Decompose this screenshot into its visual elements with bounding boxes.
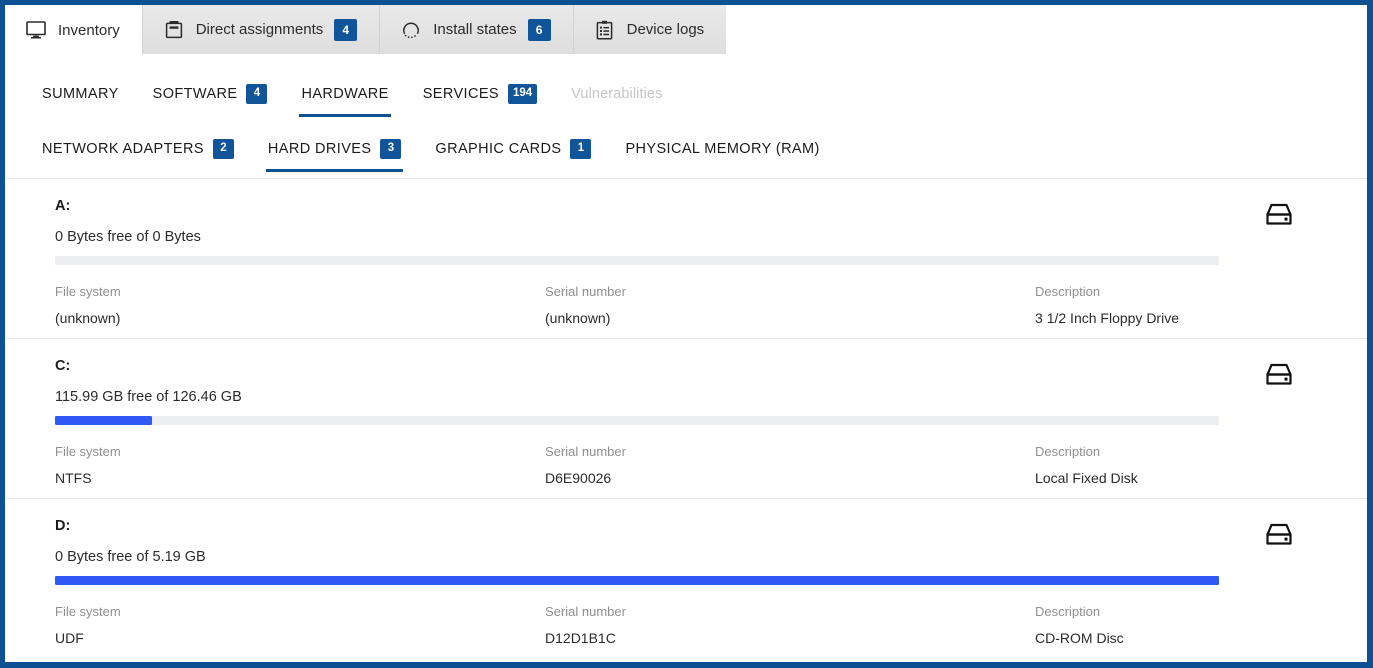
tab-install-states-label: Install states	[433, 22, 516, 37]
drive-meta: File system (unknown) Serial number (unk…	[55, 285, 1332, 325]
tab-device-logs-label: Device logs	[627, 22, 705, 37]
drive-file-system-value: (unknown)	[55, 311, 545, 325]
drive-file-system: File system NTFS	[55, 445, 545, 485]
monitor-icon	[25, 19, 47, 41]
tab-device-logs[interactable]: Device logs	[573, 5, 727, 55]
tab-install-states[interactable]: Install states 6	[379, 5, 572, 55]
section-tabs-row-hardware: NETWORK ADAPTERS 2 HARD DRIVES 3 GRAPHIC…	[40, 123, 1367, 178]
drive-serial-number-value: (unknown)	[545, 311, 1035, 325]
drive-serial-number: Serial number (unknown)	[545, 285, 1035, 325]
drive-letter: D:	[55, 519, 1332, 534]
drive-card: A: 0 Bytes free of 0 Bytes File system (…	[5, 179, 1367, 339]
drive-file-system: File system (unknown)	[55, 285, 545, 325]
drive-meta: File system UDF Serial number D12D1B1C D…	[55, 605, 1332, 645]
section-tab-network-adapters-badge: 2	[213, 139, 234, 159]
tab-strip-filler	[726, 5, 1367, 55]
drive-serial-number: Serial number D12D1B1C	[545, 605, 1035, 645]
tab-direct-assignments-label: Direct assignments	[196, 22, 324, 37]
drive-meta: File system NTFS Serial number D6E90026 …	[55, 445, 1332, 485]
section-tab-physical-memory-label: PHYSICAL MEMORY (RAM)	[625, 141, 819, 157]
section-tab-network-adapters-label: NETWORK ADAPTERS	[42, 141, 204, 157]
drive-usage-bar	[55, 416, 1219, 425]
tab-inventory-label: Inventory	[58, 23, 120, 38]
drive-file-system-label: File system	[55, 445, 545, 458]
clipboard-list-icon	[594, 19, 616, 41]
tab-direct-assignments-badge: 4	[334, 19, 357, 41]
drive-file-system-value: UDF	[55, 631, 545, 645]
section-tab-software[interactable]: SOFTWARE 4	[151, 75, 270, 117]
section-tab-software-label: SOFTWARE	[153, 86, 238, 102]
section-tab-physical-memory[interactable]: PHYSICAL MEMORY (RAM)	[623, 130, 821, 172]
drive-serial-number-label: Serial number	[545, 605, 1035, 618]
drive-card: D: 0 Bytes free of 5.19 GB File system U…	[5, 499, 1367, 659]
section-tab-summary-label: SUMMARY	[42, 86, 119, 102]
drive-description-value: Local Fixed Disk	[1035, 471, 1332, 485]
drive-usage-bar-fill	[55, 576, 1219, 585]
hard-drive-icon	[1259, 521, 1299, 553]
section-tab-network-adapters[interactable]: NETWORK ADAPTERS 2	[40, 130, 236, 172]
drive-serial-number-label: Serial number	[545, 445, 1035, 458]
archive-box-icon	[163, 19, 185, 41]
drive-description: Description Local Fixed Disk	[1035, 445, 1332, 485]
section-tabs-row-primary: SUMMARY SOFTWARE 4 HARDWARE SERVICES 194…	[40, 55, 1367, 123]
drive-file-system-label: File system	[55, 605, 545, 618]
section-tab-services[interactable]: SERVICES 194	[421, 75, 539, 117]
drive-description-label: Description	[1035, 285, 1332, 298]
drive-file-system: File system UDF	[55, 605, 545, 645]
drive-description-value: CD-ROM Disc	[1035, 631, 1332, 645]
drive-description-value: 3 1/2 Inch Floppy Drive	[1035, 311, 1332, 325]
drive-letter: A:	[55, 199, 1332, 214]
drive-usage-bar	[55, 256, 1219, 265]
drive-description-label: Description	[1035, 445, 1332, 458]
drive-letter: C:	[55, 359, 1332, 374]
drive-capacity: 0 Bytes free of 5.19 GB	[55, 550, 1332, 565]
section-tab-hardware[interactable]: HARDWARE	[299, 75, 390, 117]
section-tab-hard-drives-label: HARD DRIVES	[268, 141, 372, 157]
section-tab-summary[interactable]: SUMMARY	[40, 75, 121, 117]
section-tab-software-badge: 4	[246, 84, 267, 104]
hard-drive-icon	[1259, 201, 1299, 233]
section-tab-hardware-label: HARDWARE	[301, 86, 388, 102]
hard-drives-list: A: 0 Bytes free of 0 Bytes File system (…	[5, 178, 1367, 659]
section-tab-graphic-cards-label: GRAPHIC CARDS	[435, 141, 561, 157]
section-tab-services-label: SERVICES	[423, 86, 499, 102]
drive-usage-bar	[55, 576, 1219, 585]
drive-description-label: Description	[1035, 605, 1332, 618]
drive-capacity: 115.99 GB free of 126.46 GB	[55, 390, 1332, 405]
drive-serial-number: Serial number D6E90026	[545, 445, 1035, 485]
section-tab-graphic-cards[interactable]: GRAPHIC CARDS 1	[433, 130, 593, 172]
drive-description: Description 3 1/2 Inch Floppy Drive	[1035, 285, 1332, 325]
drive-file-system-value: NTFS	[55, 471, 545, 485]
section-tab-vulnerabilities-label: Vulnerabilities	[571, 86, 662, 102]
section-tab-services-badge: 194	[508, 84, 537, 104]
drive-card: C: 115.99 GB free of 126.46 GB File syst…	[5, 339, 1367, 499]
hard-drive-icon	[1259, 361, 1299, 393]
section-tab-graphic-cards-badge: 1	[570, 139, 591, 159]
drive-file-system-label: File system	[55, 285, 545, 298]
section-tab-vulnerabilities: Vulnerabilities	[569, 75, 664, 117]
drive-usage-bar-fill	[55, 416, 152, 425]
section-tab-hard-drives-badge: 3	[380, 139, 401, 159]
section-tabs: SUMMARY SOFTWARE 4 HARDWARE SERVICES 194…	[5, 55, 1367, 178]
drive-serial-number-value: D6E90026	[545, 471, 1035, 485]
tab-install-states-badge: 6	[528, 19, 551, 41]
section-tab-hard-drives[interactable]: HARD DRIVES 3	[266, 130, 404, 172]
drive-serial-number-label: Serial number	[545, 285, 1035, 298]
spinner-icon	[400, 19, 422, 41]
drive-capacity: 0 Bytes free of 0 Bytes	[55, 230, 1332, 245]
tab-inventory[interactable]: Inventory	[5, 5, 142, 55]
drive-serial-number-value: D12D1B1C	[545, 631, 1035, 645]
drive-description: Description CD-ROM Disc	[1035, 605, 1332, 645]
tab-direct-assignments[interactable]: Direct assignments 4	[142, 5, 380, 55]
device-detail-window: Inventory Direct assignments 4	[0, 0, 1373, 668]
primary-tab-strip: Inventory Direct assignments 4	[5, 5, 1367, 55]
